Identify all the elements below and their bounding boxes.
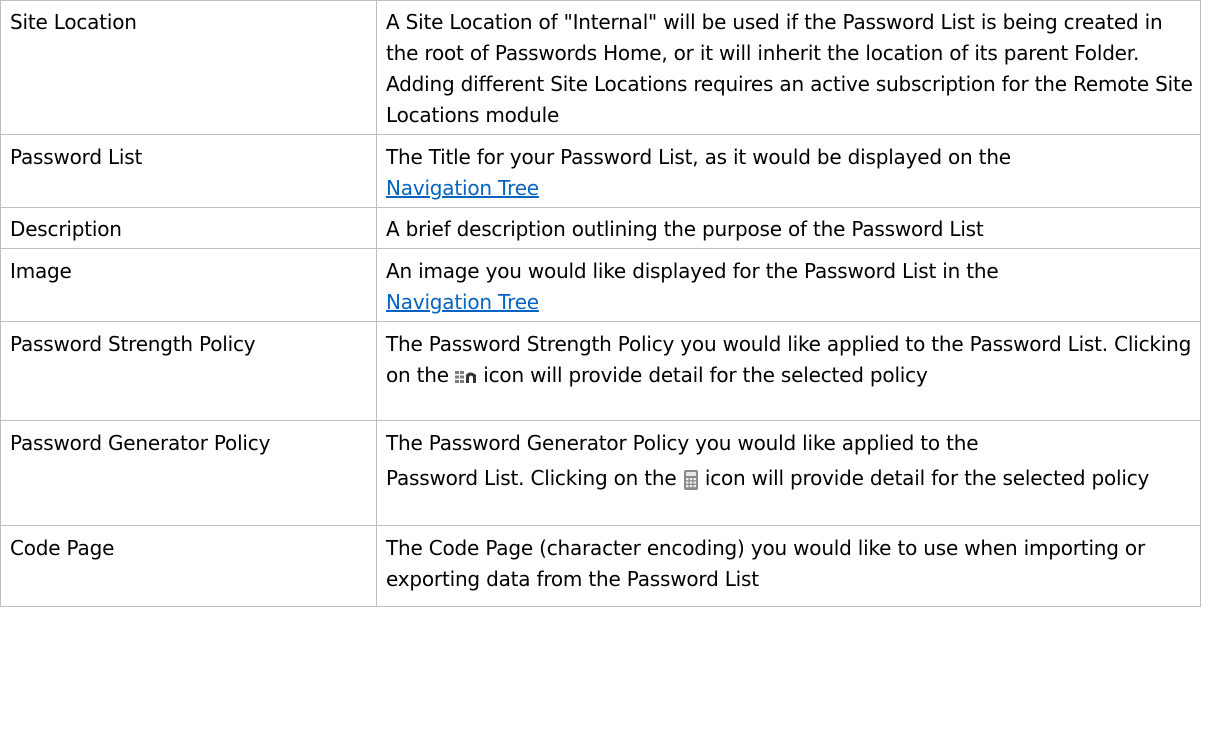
description-text: icon will provide detail for the selecte… — [483, 363, 928, 387]
table-row: Password Strength Policy The Password St… — [0, 321, 1201, 421]
field-description: A Site Location of "Internal" will be us… — [376, 0, 1201, 135]
table-row: Code Page The Code Page (character encod… — [0, 525, 1201, 607]
field-description: The Password Generator Policy you would … — [376, 420, 1201, 526]
field-description-table: Site Location A Site Location of "Intern… — [0, 0, 1201, 607]
calculator-icon — [683, 469, 699, 491]
table-row: Description A brief description outlinin… — [0, 207, 1201, 249]
field-name: Description — [0, 207, 377, 249]
description-text: Password List. Clicking on the — [386, 466, 677, 490]
field-name: Password Strength Policy — [0, 321, 377, 421]
field-name: Password Generator Policy — [0, 420, 377, 526]
field-name: Code Page — [0, 525, 377, 607]
description-text: The Title for your Password List, as it … — [386, 145, 1011, 169]
description-text: The Password Generator Policy you would … — [386, 431, 979, 455]
table-row: Site Location A Site Location of "Intern… — [0, 0, 1201, 135]
table-row: Password Generator Policy The Password G… — [0, 420, 1201, 526]
field-description: The Password Strength Policy you would l… — [376, 321, 1201, 421]
field-description: A brief description outlining the purpos… — [376, 207, 1201, 249]
strength-policy-icon — [455, 369, 477, 385]
table-row: Password List The Title for your Passwor… — [0, 134, 1201, 208]
navigation-tree-link[interactable]: Navigation Tree — [386, 290, 539, 314]
table-row: Image An image you would like displayed … — [0, 248, 1201, 322]
description-text: icon will provide detail for the selecte… — [704, 466, 1150, 490]
field-description: An image you would like displayed for th… — [376, 248, 1201, 322]
field-name: Password List — [0, 134, 377, 208]
field-description: The Code Page (character encoding) you w… — [376, 525, 1201, 607]
field-description: The Title for your Password List, as it … — [376, 134, 1201, 208]
field-name: Site Location — [0, 0, 377, 135]
navigation-tree-link[interactable]: Navigation Tree — [386, 176, 539, 200]
description-text: An image you would like displayed for th… — [386, 259, 999, 283]
field-name: Image — [0, 248, 377, 322]
